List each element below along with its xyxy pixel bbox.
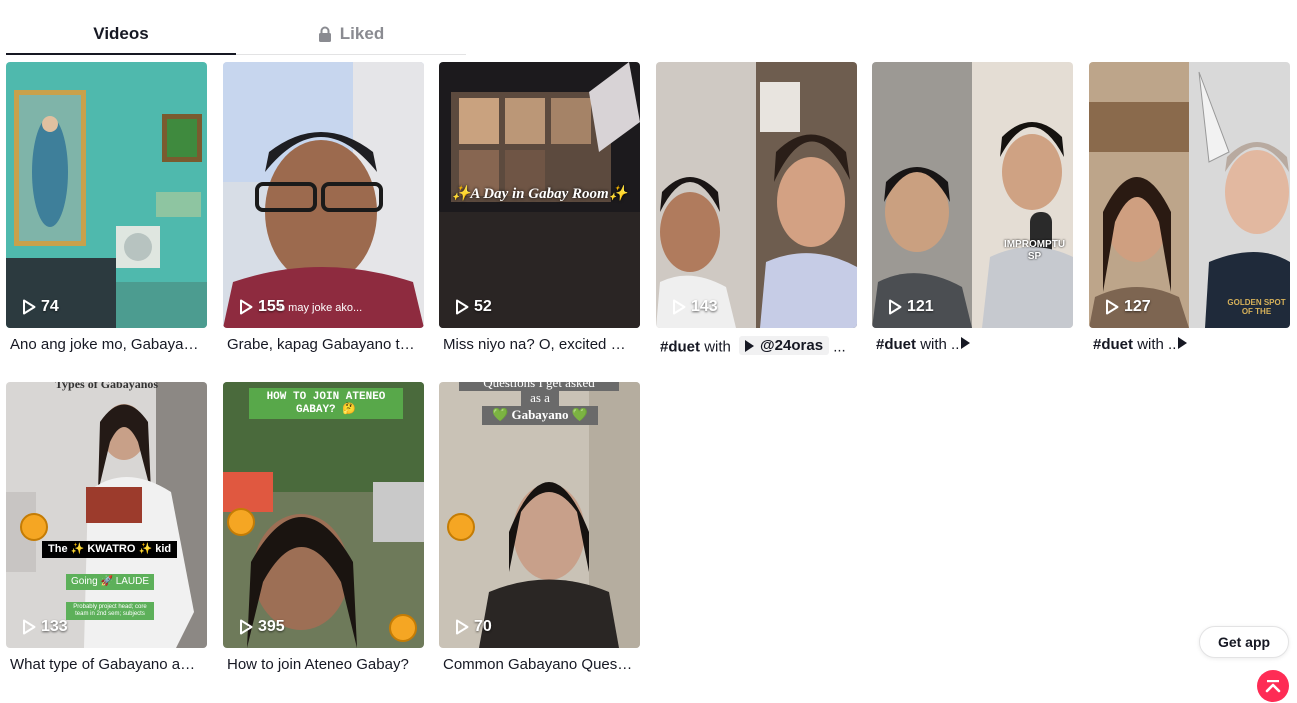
tab-videos[interactable]: Videos: [6, 14, 236, 54]
video-overlay-text: IMPROMPTU SP: [1003, 239, 1066, 262]
play-icon: [889, 299, 902, 315]
play-icon: [456, 299, 469, 315]
view-count-value: 155: [258, 298, 285, 315]
video-overlay-text: ✨A Day in Gabay Room✨: [451, 186, 628, 202]
video-overlay-label: The ✨ KWATRO ✨ kid: [42, 541, 178, 558]
video-caption[interactable]: #duet with ..: [1089, 336, 1283, 353]
video-caption[interactable]: Ano ang joke mo, Gabayano?: [6, 336, 200, 353]
play-icon: [456, 619, 469, 635]
video-overlay-text: GOLDEN SPOT OF THE: [1227, 298, 1286, 317]
video-overlay-small: Probably project head; core team in 2nd …: [66, 602, 154, 620]
video-thumbnail[interactable]: Types of Gabayanos The ✨ KWATRO ✨ kid Go…: [6, 382, 207, 648]
caption-text: with ..: [920, 336, 960, 353]
thumbnail-image: [6, 62, 207, 328]
video-caption[interactable]: How to join Ateneo Gabay?: [223, 656, 417, 673]
view-count-value: 133: [41, 618, 68, 635]
video-thumbnail[interactable]: ✨A Day in Gabay Room✨ 52: [439, 62, 640, 328]
tab-liked-label: Liked: [339, 24, 385, 43]
video-card[interactable]: HOW TO JOIN ATENEO GABAY? 🤔 395 How to j…: [223, 382, 424, 673]
video-overlay-sub: Going 🚀 LAUDE: [66, 574, 155, 590]
video-card[interactable]: o may joke ako... 155 Grabe, kapag Gabay…: [223, 62, 424, 353]
view-count: 133: [22, 618, 68, 636]
arrow-up-icon: [1265, 680, 1281, 693]
play-icon: [961, 337, 971, 349]
thumbnail-image: [656, 62, 857, 328]
view-count-value: 70: [474, 618, 492, 635]
video-thumbnail[interactable]: 74: [6, 62, 207, 328]
mention-chip[interactable]: @24oras: [739, 336, 830, 355]
back-to-top-button[interactable]: [1257, 670, 1289, 702]
tab-liked[interactable]: Liked: [236, 14, 466, 54]
get-app-button[interactable]: Get app: [1199, 626, 1289, 658]
video-card[interactable]: GOLDEN SPOT OF THE 127 #duet with ..: [1089, 62, 1290, 353]
play-icon: [240, 299, 253, 315]
view-count-value: 143: [691, 298, 718, 315]
video-thumbnail[interactable]: o may joke ako... 155: [223, 62, 424, 328]
view-count-value: 395: [258, 618, 285, 635]
view-count: 74: [22, 298, 59, 316]
video-card[interactable]: 143 #duet with @24oras ...: [656, 62, 857, 356]
video-card[interactable]: Types of Gabayanos The ✨ KWATRO ✨ kid Go…: [6, 382, 207, 673]
video-card[interactable]: Questions I get asked as a 💚 Gabayano 💚 …: [439, 382, 640, 673]
thumbnail-image: [223, 62, 424, 328]
video-card[interactable]: ✨A Day in Gabay Room✨ 52 Miss niyo na? O…: [439, 62, 640, 353]
video-card[interactable]: 74 Ano ang joke mo, Gabayano?: [6, 62, 207, 353]
play-icon: [23, 619, 36, 635]
caption-text: with: [704, 338, 731, 356]
play-icon: [745, 339, 755, 352]
caption-ellipsis: ...: [833, 338, 846, 356]
video-overlay-line2: as a: [521, 390, 559, 406]
caption-text: with ..: [1137, 336, 1177, 353]
profile-tabs: Videos Liked: [6, 14, 466, 55]
video-caption[interactable]: #duet with ..: [872, 336, 1066, 353]
play-icon: [673, 299, 686, 315]
thumbnail-image: [223, 382, 424, 648]
video-card[interactable]: IMPROMPTU SP 121 #duet with ..: [872, 62, 1073, 353]
lock-icon: [318, 26, 331, 42]
video-caption[interactable]: Grabe, kapag Gabayano talaga: [223, 336, 417, 353]
video-caption[interactable]: What type of Gabayano are you?: [6, 656, 200, 673]
thumbnail-image: [872, 62, 1073, 328]
play-icon: [23, 299, 36, 315]
hashtag[interactable]: #duet: [660, 339, 700, 356]
view-count: 52: [455, 298, 492, 316]
video-caption[interactable]: #duet with @24oras ...: [656, 336, 850, 356]
video-caption[interactable]: Common Gabayano Questions: [439, 656, 633, 673]
video-thumbnail[interactable]: GOLDEN SPOT OF THE 127: [1089, 62, 1290, 328]
active-tab-indicator: [6, 53, 236, 55]
video-thumbnail[interactable]: IMPROMPTU SP 121: [872, 62, 1073, 328]
video-thumbnail[interactable]: Questions I get asked as a 💚 Gabayano 💚 …: [439, 382, 640, 648]
view-count-value: 52: [474, 298, 492, 315]
hashtag[interactable]: #duet: [876, 336, 916, 353]
play-icon: [1178, 337, 1188, 349]
video-overlay-text: HOW TO JOIN ATENEO GABAY? 🤔: [249, 388, 403, 420]
view-count: 395: [239, 618, 285, 636]
play-icon: [1106, 299, 1119, 315]
video-overlay-title: Types of Gabayanos: [54, 382, 159, 391]
hashtag[interactable]: #duet: [1093, 336, 1133, 353]
tab-videos-label: Videos: [93, 24, 149, 43]
view-count-value: 127: [1124, 298, 1151, 315]
thumbnail-image: [1089, 62, 1290, 328]
video-caption[interactable]: Miss niyo na? O, excited na kayo?: [439, 336, 633, 353]
view-count-value: 121: [907, 298, 934, 315]
play-icon: [240, 619, 253, 635]
video-thumbnail[interactable]: 143: [656, 62, 857, 328]
video-overlay-text: o may joke ako...: [279, 302, 363, 314]
mention-handle: @24oras: [760, 337, 824, 354]
view-count: 127: [1105, 298, 1151, 316]
view-count: 121: [888, 298, 934, 316]
video-thumbnail[interactable]: HOW TO JOIN ATENEO GABAY? 🤔 395: [223, 382, 424, 648]
video-overlay-line3: 💚 Gabayano 💚: [482, 406, 598, 425]
view-count: 155: [239, 298, 285, 316]
view-count: 70: [455, 618, 492, 636]
view-count-value: 74: [41, 298, 59, 315]
view-count: 143: [672, 298, 718, 316]
